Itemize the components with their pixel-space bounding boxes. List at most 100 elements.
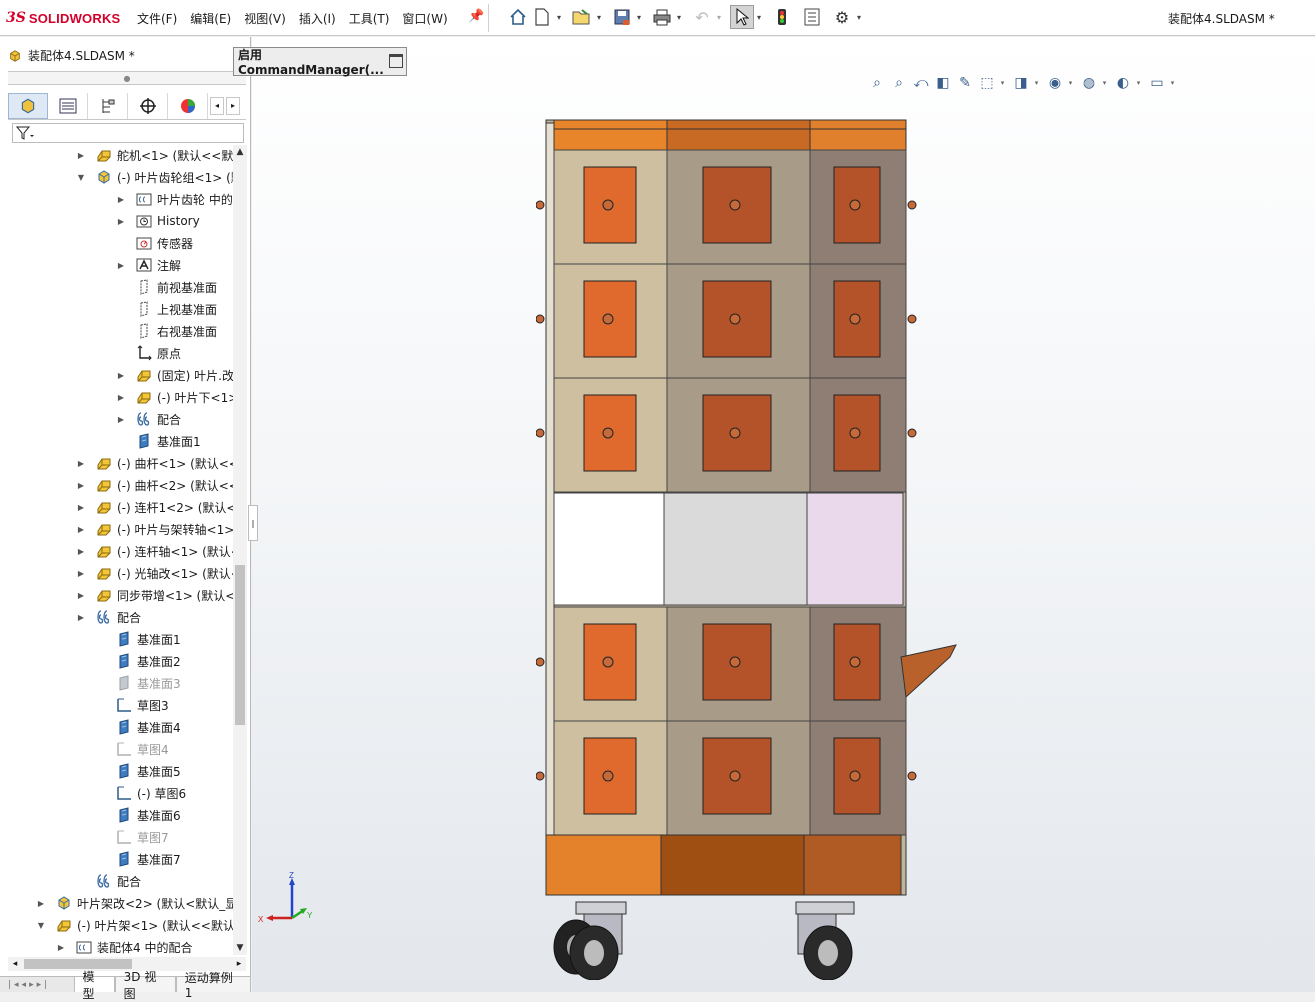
window-restore-icon[interactable] [389,54,403,68]
menu-tools[interactable]: 工具(T) [349,10,390,27]
save-dropdown[interactable]: ▾ [634,13,644,22]
tree-node[interactable]: 基准面1 [96,629,181,649]
expand-arrow-icon[interactable]: ▶ [76,547,86,556]
pin-icon[interactable]: 📌 [468,9,484,24]
tree-node[interactable]: 基准面5 [96,761,181,781]
open-dropdown[interactable]: ▾ [594,13,604,22]
dynamic-annotation-icon[interactable]: ✎ [954,73,976,93]
expand-arrow-icon[interactable]: ▶ [116,371,126,380]
tree-node[interactable]: ▶ 装配体4 中的配合 [56,937,193,955]
edit-appearance-icon[interactable]: ◍ [1078,73,1100,93]
tree-node[interactable]: ▶ (-) 叶片与架转轴<1> ( [76,519,233,539]
tree-node[interactable]: ▼ (-) 叶片齿轮组<1> (默认 [76,167,233,187]
tree-node[interactable]: 草图7 [96,827,169,847]
section-view-icon[interactable]: ◧ [932,73,954,93]
graphics-area[interactable]: ⌕ ⌕ ⤺ ◧ ✎ ⬚ ▾ ◨ ▾ ◉ ▾ ◍ ▾ ◐ ▾ ▭ ▾ Z X Y [252,37,1315,992]
apply-scene-icon[interactable]: ◐ [1112,73,1134,93]
tree-node[interactable]: 上视基准面 [116,299,217,319]
expand-arrow-icon[interactable]: ▶ [116,415,126,424]
view-settings-icon[interactable]: ▭ [1146,73,1168,93]
zoom-area-icon[interactable]: ⌕ [888,73,910,93]
display-style-dropdown[interactable]: ▾ [1032,79,1041,87]
tree-node[interactable]: ▶ 注解 [116,255,181,275]
expand-arrow-icon[interactable]: ▶ [76,525,86,534]
hscroll-thumb[interactable] [24,959,132,969]
tree-filter[interactable] [12,123,244,143]
scroll-thumb[interactable] [235,565,245,725]
expand-arrow-icon[interactable]: ▶ [76,481,86,490]
collapse-arrow-icon[interactable]: ▼ [36,921,46,930]
tree-node[interactable]: 原点 [116,343,181,363]
tree-node[interactable]: 基准面2 [96,651,181,671]
save-icon[interactable] [610,5,634,29]
home-icon[interactable] [506,5,530,29]
expand-arrow-icon[interactable]: ▶ [56,943,66,952]
tabs-scroll-left[interactable]: ◂ [210,96,224,115]
feature-manager-tab[interactable] [8,92,48,119]
undo-icon[interactable]: ↶ [690,5,714,29]
tree-node[interactable]: ▶ 配合 [76,607,141,627]
scroll-up-icon[interactable]: ▲ [233,145,247,159]
undo-dropdown[interactable]: ▾ [714,13,724,22]
tree-node[interactable]: ▶ (-) 连杆轴<1> (默认<< [76,541,233,561]
panel-collapse-handle[interactable]: ‖ [248,505,258,541]
menu-edit[interactable]: 编辑(E) [190,10,231,27]
tree-node[interactable]: 基准面6 [96,805,181,825]
tree-node[interactable]: 基准面3 [96,673,181,693]
select-icon[interactable] [730,5,754,29]
tab-navigation-arrows[interactable]: |◂◂▸▸| [0,977,74,992]
collapse-arrow-icon[interactable]: ▼ [76,173,86,182]
hide-show-dropdown[interactable]: ▾ [1066,79,1075,87]
print-icon[interactable] [650,5,674,29]
tree-node[interactable]: ▶ 配合 [116,409,181,429]
print-dropdown[interactable]: ▾ [674,13,684,22]
expand-arrow-icon[interactable]: ▶ [76,569,86,578]
tree-node[interactable]: ▶ (-) 曲杆<2> (默认<<默 [76,475,233,495]
expand-arrow-icon[interactable]: ▶ [76,459,86,468]
tree-node[interactable]: (-) 草图6 [96,783,186,803]
scroll-left-icon[interactable]: ◂ [8,957,22,971]
menu-insert[interactable]: 插入(I) [299,10,336,27]
tree-node[interactable]: ▶ 舵机<1> (默认<<默认> [76,145,233,165]
select-dropdown[interactable]: ▾ [754,13,764,22]
tree-vertical-scrollbar[interactable]: ▲ ▼ [233,145,247,955]
tree-node[interactable]: 基准面4 [96,717,181,737]
traffic-light-icon[interactable] [770,5,794,29]
expand-arrow-icon[interactable]: ▶ [116,393,126,402]
edit-appearance-dropdown[interactable]: ▾ [1100,79,1109,87]
hide-show-icon[interactable]: ◉ [1044,73,1066,93]
expand-arrow-icon[interactable]: ▶ [76,151,86,160]
new-document-icon[interactable] [530,5,554,29]
expand-arrow-icon[interactable]: ▶ [76,503,86,512]
tree-node[interactable]: 草图3 [96,695,169,715]
tree-node[interactable]: 传感器 [116,233,193,253]
tree-node[interactable]: 右视基准面 [116,321,217,341]
scroll-down-icon[interactable]: ▼ [233,941,247,955]
tree-node[interactable]: ▶ (-) 连杆1<2> (默认<< [76,497,233,517]
solidworks-logo[interactable]: 3S SOLIDWORKS [6,9,120,27]
tree-node[interactable]: ▼ (-) 叶片架<1> (默认<<默认>_显 [36,915,233,935]
tree-node[interactable]: ▶ 叶片齿轮 中的配合 [116,189,233,209]
display-manager-tab[interactable] [168,92,208,119]
menu-window[interactable]: 窗口(W) [402,10,447,27]
apply-scene-dropdown[interactable]: ▾ [1134,79,1143,87]
cabinet-model-3d[interactable] [536,115,960,980]
view-settings-dropdown[interactable]: ▾ [1168,79,1177,87]
property-manager-tab[interactable] [48,92,88,119]
menu-file[interactable]: 文件(F) [137,10,177,27]
tab-model[interactable]: 模型 [73,970,115,1001]
tree-node[interactable]: 基准面1 [116,431,201,451]
tree-node[interactable]: 前视基准面 [116,277,217,297]
display-style-icon[interactable]: ◨ [1010,73,1032,93]
zoom-to-fit-icon[interactable]: ⌕ [866,73,888,93]
tree-node[interactable]: 配合 [76,871,141,891]
feature-manager-root[interactable]: 装配体4.SLDASM * [8,47,135,64]
options-icon[interactable]: ⚙ [830,5,854,29]
view-orientation-dropdown[interactable]: ▾ [998,79,1007,87]
command-manager-popup[interactable]: 启用 CommandManager(... [233,47,407,77]
tree-node[interactable]: ▶ (固定) 叶片.改<1> [116,365,233,385]
options-dropdown[interactable]: ▾ [854,13,864,22]
tab-3d-views[interactable]: 3D 视图 [114,970,176,1001]
expand-arrow-icon[interactable]: ▶ [116,195,126,204]
previous-view-icon[interactable]: ⤺ [910,73,932,93]
